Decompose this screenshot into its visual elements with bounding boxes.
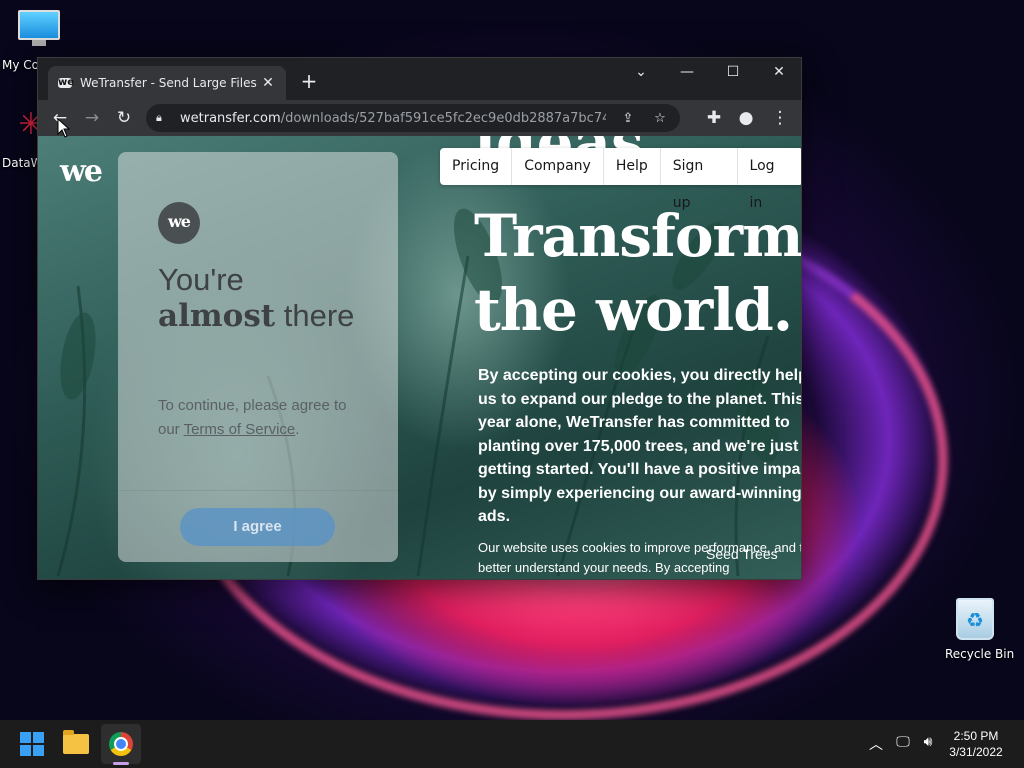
start-button[interactable]	[12, 724, 52, 764]
wetransfer-favicon-icon: we	[58, 77, 75, 88]
wetransfer-logo[interactable]: we	[60, 154, 103, 189]
top-nav: Pricing Company Help Sign up Log in	[440, 148, 801, 211]
active-app-indicator	[113, 762, 129, 765]
profile-avatar-icon[interactable]: ●	[732, 104, 760, 132]
tab-close-icon[interactable]: ✕	[260, 75, 276, 91]
url-text[interactable]: wetransfer.com/downloads/527baf591ce5fc2…	[180, 111, 606, 126]
seed-trees-label[interactable]: Seed Trees	[706, 546, 778, 562]
taskbar: ︿ 🖵︎ 🔊︎ 2:50 PM 3/31/2022	[0, 720, 1024, 768]
modal-logo-icon: we	[158, 202, 200, 244]
system-clock[interactable]: 2:50 PM 3/31/2022	[940, 728, 1012, 760]
address-bar[interactable]: 🔒︎ wetransfer.com/downloads/527baf591ce5…	[146, 104, 680, 132]
nav-pricing[interactable]: Pricing	[440, 148, 513, 185]
headline-line-2: the world.	[474, 276, 793, 344]
windows-logo-icon	[20, 732, 44, 756]
recycle-bin-icon[interactable]: ♻	[956, 598, 994, 640]
chrome-icon	[109, 732, 133, 756]
terms-modal: we You're almost there To continue, plea…	[118, 152, 398, 562]
chrome-menu-icon[interactable]: ⋮	[766, 104, 794, 132]
nav-help[interactable]: Help	[604, 148, 661, 185]
my-computer-label[interactable]: My Co	[2, 58, 39, 72]
lock-icon[interactable]: 🔒︎	[156, 111, 170, 125]
share-icon[interactable]: ⇪	[618, 111, 638, 126]
volume-icon[interactable]: 🔊︎	[918, 734, 938, 750]
nav-company[interactable]: Company	[512, 148, 604, 185]
show-hidden-icons-chevron-icon[interactable]: ︿	[866, 734, 886, 754]
tab-search-icon[interactable]: ⌄	[618, 58, 664, 88]
bookmark-star-icon[interactable]: ☆	[650, 111, 670, 126]
folder-icon	[63, 730, 89, 754]
forward-icon[interactable]: →	[78, 104, 106, 132]
i-agree-button[interactable]: I agree	[180, 508, 335, 546]
clock-time: 2:50 PM	[953, 729, 999, 743]
maximize-button[interactable]: ☐	[710, 58, 756, 88]
clock-date: 3/31/2022	[949, 745, 1003, 759]
chrome-taskbar-button[interactable]	[101, 724, 141, 764]
terms-of-service-link[interactable]: Terms of Service	[184, 421, 296, 438]
new-tab-button[interactable]: +	[298, 70, 320, 92]
tab-strip: we WeTransfer - Send Large Files & S ✕ +…	[38, 58, 801, 100]
browser-toolbar: ← → ↻ 🔒︎ wetransfer.com/downloads/527baf…	[38, 100, 801, 136]
tab-wetransfer[interactable]: we WeTransfer - Send Large Files & S ✕	[48, 66, 286, 100]
extensions-puzzle-icon[interactable]: ✚	[700, 104, 728, 132]
recycle-bin-label[interactable]: Recycle Bin	[945, 647, 1014, 661]
nav-sign-up[interactable]: Sign up	[661, 148, 738, 211]
file-explorer-button[interactable]	[56, 724, 96, 764]
nav-log-in[interactable]: Log in	[738, 148, 801, 211]
my-computer-icon[interactable]	[18, 10, 60, 46]
modal-terms-text: To continue, please agree to our Terms o…	[158, 397, 347, 438]
tab-title: WeTransfer - Send Large Files & S	[80, 76, 260, 90]
modal-title: You're almost there	[158, 262, 355, 334]
cookie-pledge-text: By accepting our cookies, you directly h…	[478, 367, 802, 525]
browser-window: we WeTransfer - Send Large Files & S ✕ +…	[37, 57, 802, 580]
reload-icon[interactable]: ↻	[110, 104, 138, 132]
webpage-viewport: we ideas. Transform the world. By accept…	[38, 136, 802, 579]
close-window-button[interactable]: ✕	[756, 58, 801, 88]
minimize-button[interactable]: —	[664, 58, 710, 88]
modal-divider	[118, 490, 398, 491]
network-icon[interactable]: 🖵︎	[893, 734, 913, 750]
